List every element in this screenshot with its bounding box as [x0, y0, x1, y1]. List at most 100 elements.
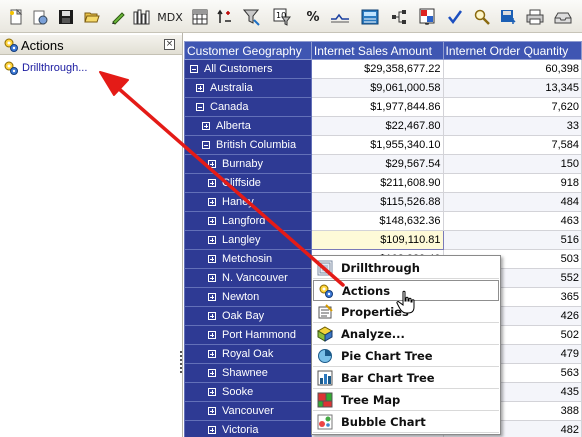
- export-tray-icon[interactable]: [553, 7, 573, 27]
- column-header-order-quantity[interactable]: Internet Order Quantity: [442, 41, 582, 60]
- expand-icon[interactable]: [208, 407, 216, 415]
- row-header-cell[interactable]: Cliffside: [184, 173, 312, 193]
- row-header-cell[interactable]: Australia: [184, 78, 312, 98]
- order-quantity-cell[interactable]: 150: [442, 154, 582, 174]
- menu-item-bar-chart-tree[interactable]: Bar Chart Tree: [313, 368, 499, 389]
- expand-icon[interactable]: [208, 217, 216, 225]
- row-header-cell[interactable]: Burnaby: [184, 154, 312, 174]
- order-quantity-cell[interactable]: 13,345: [442, 78, 582, 98]
- sales-amount-cell[interactable]: $1,977,844.86: [310, 97, 444, 117]
- menu-item-bubble-chart[interactable]: Bubble Chart: [313, 412, 499, 433]
- sales-amount-cell[interactable]: $211,608.90: [310, 173, 444, 193]
- sales-amount-cell[interactable]: $29,567.54: [310, 154, 444, 174]
- trend-line-icon[interactable]: [330, 7, 350, 27]
- sales-amount-cell[interactable]: $29,358,677.22: [310, 59, 444, 79]
- calculator-icon[interactable]: [360, 7, 380, 27]
- table-row[interactable]: Australia $9,061,000.58 13,345: [184, 78, 582, 98]
- save-icon[interactable]: [56, 7, 76, 27]
- open-folder-icon[interactable]: [82, 7, 102, 27]
- mdx-button[interactable]: MDX: [157, 7, 183, 27]
- order-quantity-cell[interactable]: 918: [442, 173, 582, 193]
- sales-amount-cell[interactable]: $22,467.80: [310, 116, 444, 136]
- menu-item-tree-map[interactable]: Tree Map: [313, 390, 499, 411]
- close-panel-button[interactable]: ×: [164, 39, 175, 50]
- order-quantity-cell[interactable]: 60,398: [442, 59, 582, 79]
- table-row[interactable]: Alberta $22,467.80 33: [184, 116, 582, 136]
- expand-icon[interactable]: [208, 198, 216, 206]
- row-header-cell[interactable]: Port Hammond: [184, 325, 312, 345]
- expand-icon[interactable]: [208, 426, 216, 434]
- expand-icon[interactable]: [202, 122, 210, 130]
- expand-icon[interactable]: [208, 369, 216, 377]
- grid-table-icon[interactable]: [190, 7, 210, 27]
- row-header-cell[interactable]: Langford: [184, 211, 312, 231]
- order-quantity-cell[interactable]: 484: [442, 192, 582, 212]
- order-quantity-cell[interactable]: 7,620: [442, 97, 582, 117]
- row-header-cell[interactable]: Royal Oak: [184, 344, 312, 364]
- expand-icon[interactable]: [208, 293, 216, 301]
- drillthrough-action-link[interactable]: Drillthrough...: [3, 60, 87, 76]
- expand-icon[interactable]: [208, 179, 216, 187]
- edit-pencil-icon[interactable]: [108, 7, 128, 27]
- row-header-cell[interactable]: Haney: [184, 192, 312, 212]
- save-as-icon[interactable]: [498, 7, 518, 27]
- table-row[interactable]: Cliffside $211,608.90 918: [184, 173, 582, 193]
- row-header-cell[interactable]: Metchosin: [184, 249, 312, 269]
- percent-button[interactable]: %: [303, 7, 323, 27]
- print-icon[interactable]: [525, 7, 545, 27]
- column-header-geography[interactable]: Customer Geography: [184, 41, 312, 60]
- column-header-sales-amount[interactable]: Internet Sales Amount: [310, 41, 444, 60]
- expand-icon[interactable]: [208, 350, 216, 358]
- checkmark-icon[interactable]: [445, 7, 465, 27]
- menu-item-drillthrough[interactable]: Drillthrough: [313, 258, 499, 279]
- row-header-cell[interactable]: N. Vancouver: [184, 268, 312, 288]
- sales-amount-cell[interactable]: $148,632.36: [310, 211, 444, 231]
- expand-icon[interactable]: [208, 236, 216, 244]
- sales-amount-cell[interactable]: $115,526.88: [310, 192, 444, 212]
- sort-arrows-icon[interactable]: [214, 7, 234, 27]
- collapse-icon[interactable]: [202, 141, 210, 149]
- row-header-cell[interactable]: British Columbia: [184, 135, 312, 155]
- row-header-cell[interactable]: Oak Bay: [184, 306, 312, 326]
- row-header-cell[interactable]: Sooke: [184, 382, 312, 402]
- row-header-cell[interactable]: Vancouver: [184, 401, 312, 421]
- order-quantity-cell[interactable]: 463: [442, 211, 582, 231]
- expand-icon[interactable]: [208, 255, 216, 263]
- row-header-cell[interactable]: Newton: [184, 287, 312, 307]
- table-row[interactable]: Langley $109,110.81 516: [184, 230, 582, 250]
- expand-icon[interactable]: [196, 84, 204, 92]
- settings-document-icon[interactable]: [30, 7, 50, 27]
- row-header-cell[interactable]: Victoria: [184, 420, 312, 437]
- filter-funnel-icon[interactable]: [242, 7, 262, 27]
- row-header-cell[interactable]: Alberta: [184, 116, 312, 136]
- row-header-cell[interactable]: Langley: [184, 230, 312, 250]
- table-row[interactable]: Langford $148,632.36 463: [184, 211, 582, 231]
- top-count-filter-icon[interactable]: 10: [272, 7, 292, 27]
- expand-icon[interactable]: [208, 274, 216, 282]
- expand-icon[interactable]: [208, 160, 216, 168]
- expand-icon[interactable]: [208, 331, 216, 339]
- table-row[interactable]: All Customers $29,358,677.22 60,398: [184, 59, 582, 79]
- order-quantity-cell[interactable]: 33: [442, 116, 582, 136]
- table-row[interactable]: Haney $115,526.88 484: [184, 192, 582, 212]
- expand-icon[interactable]: [208, 388, 216, 396]
- sales-amount-cell[interactable]: $109,110.81: [310, 230, 444, 250]
- expand-icon[interactable]: [208, 312, 216, 320]
- order-quantity-cell[interactable]: 7,584: [442, 135, 582, 155]
- pivot-colored-grid-icon[interactable]: [417, 7, 437, 27]
- row-header-cell[interactable]: Canada: [184, 97, 312, 117]
- menu-item-analyze[interactable]: Analyze...: [313, 324, 499, 345]
- collapse-icon[interactable]: [190, 65, 198, 73]
- hierarchy-tree-icon[interactable]: [389, 7, 409, 27]
- row-header-cell[interactable]: Shawnee: [184, 363, 312, 383]
- new-document-icon[interactable]: [6, 7, 26, 27]
- order-quantity-cell[interactable]: 516: [442, 230, 582, 250]
- sales-amount-cell[interactable]: $1,955,340.10: [310, 135, 444, 155]
- sales-amount-cell[interactable]: $9,061,000.58: [310, 78, 444, 98]
- collapse-icon[interactable]: [196, 103, 204, 111]
- bar-columns-icon[interactable]: [132, 7, 152, 27]
- panel-splitter-handle[interactable]: [180, 351, 182, 375]
- table-row[interactable]: British Columbia $1,955,340.10 7,584: [184, 135, 582, 155]
- menu-item-pie-chart-tree[interactable]: Pie Chart Tree: [313, 346, 499, 367]
- table-row[interactable]: Canada $1,977,844.86 7,620: [184, 97, 582, 117]
